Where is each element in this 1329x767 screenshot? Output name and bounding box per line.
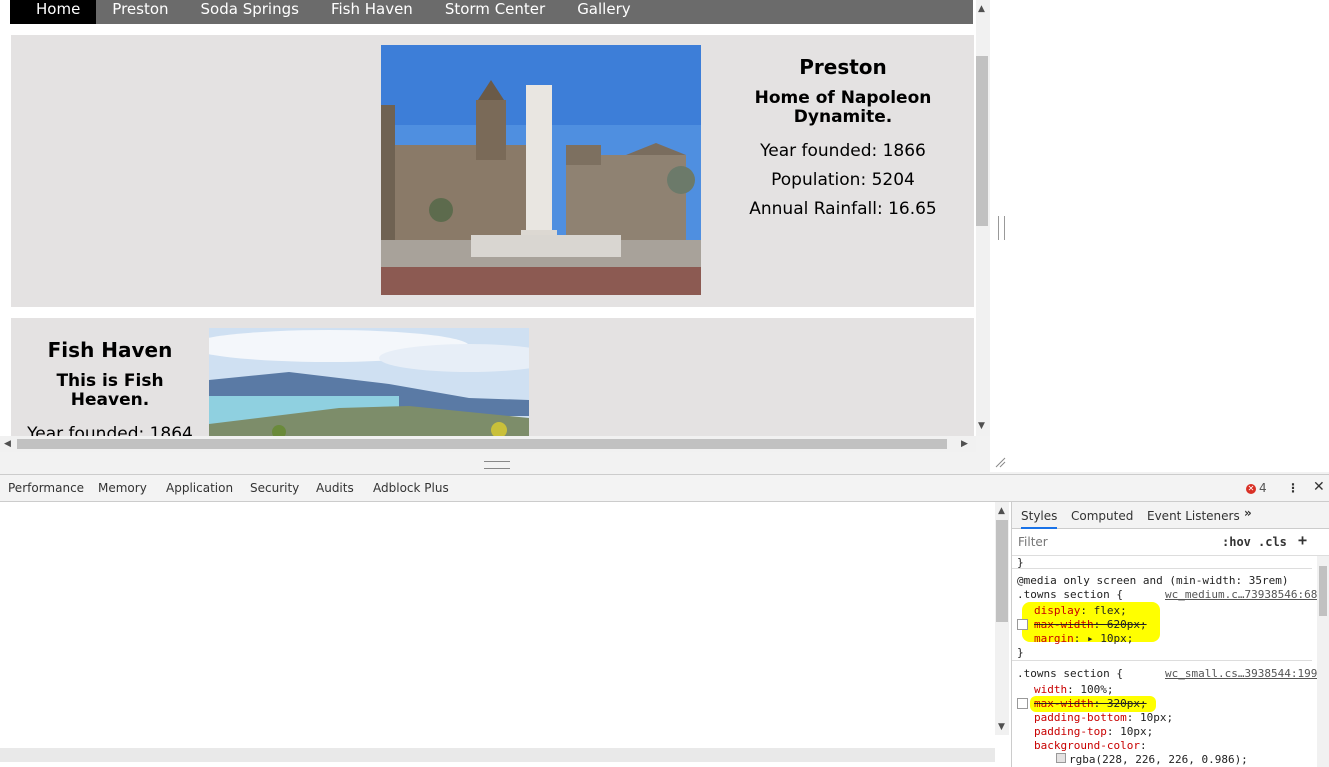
page-viewport: Home Preston Soda Springs Fish Haven Sto…: [0, 0, 976, 436]
error-count-badge[interactable]: ✕ 4: [1246, 481, 1267, 495]
tab-security[interactable]: Security: [250, 481, 299, 495]
tab-event-listeners[interactable]: Event Listeners: [1147, 509, 1240, 523]
tab-audits[interactable]: Audits: [316, 481, 354, 495]
town-motto: This is Fish Heaven.: [56, 371, 164, 410]
devtools-panel: Performance Memory Application Security …: [0, 474, 1329, 767]
nav-gallery[interactable]: Gallery: [561, 0, 646, 24]
styles-pane: Styles Computed Event Listeners » :hov .…: [1011, 502, 1329, 767]
annual-rainfall: Annual Rainfall: 16.65: [749, 199, 937, 219]
device-frame-blank: [990, 0, 1329, 472]
kebab-menu-icon[interactable]: ⋮: [1287, 481, 1299, 495]
hover-state-button[interactable]: :hov: [1222, 535, 1251, 549]
close-icon[interactable]: ✕: [1313, 479, 1325, 495]
rule-selector: .towns section {: [1017, 667, 1123, 680]
year-founded: Year founded: 1864: [27, 424, 193, 436]
more-tabs-icon[interactable]: »: [1244, 506, 1252, 520]
devtools-tab-bar: Performance Memory Application Security …: [0, 475, 1329, 502]
nav-storm-center[interactable]: Storm Center: [429, 0, 561, 24]
town-motto: Home of Napoleon Dynamite.: [754, 88, 932, 127]
nav-soda-springs[interactable]: Soda Springs: [185, 0, 315, 24]
class-toggle-button[interactable]: .cls: [1258, 535, 1287, 549]
tab-memory[interactable]: Memory: [98, 481, 147, 495]
rule-brace: }: [1017, 646, 1024, 659]
main-panel-horizontal-scrollbar[interactable]: [0, 748, 995, 762]
town-section-fish-haven: Fish Haven This is Fish Heaven. Year fou…: [11, 318, 974, 436]
styles-filter-row: :hov .cls +: [1012, 529, 1329, 556]
tab-application[interactable]: Application: [166, 481, 233, 495]
styles-tab-bar: Styles Computed Event Listeners »: [1012, 502, 1329, 529]
main-nav: Home Preston Soda Springs Fish Haven Sto…: [10, 0, 973, 24]
add-style-rule-button[interactable]: +: [1298, 531, 1307, 549]
town-name: Fish Haven: [47, 338, 173, 362]
error-count: 4: [1259, 481, 1267, 495]
rule-prop-max-width: max-width: 620px;: [1034, 618, 1147, 631]
rule-divider: [1012, 568, 1312, 569]
media-query: @media only screen and (min-width: 35rem…: [1017, 574, 1289, 587]
town-section-preston: Preston Home of Napoleon Dynamite. Year …: [11, 35, 974, 307]
page-vertical-scrollbar[interactable]: ▲ ▼: [976, 0, 990, 436]
rule-prop-width: width: 100%;: [1034, 683, 1114, 696]
rule-prop-background-color: background-color:: [1034, 739, 1147, 752]
property-checkbox[interactable]: [1017, 698, 1028, 709]
rule-prop-max-width: max-width: 320px;: [1034, 697, 1147, 710]
rule-source-link[interactable]: wc_small.cs…3938544:199: [1165, 667, 1317, 680]
property-checkbox[interactable]: [1017, 619, 1028, 630]
styles-pane-scrollbar[interactable]: [1317, 556, 1329, 767]
viewport-height-resize-handle[interactable]: [484, 461, 510, 469]
page-horizontal-scrollbar[interactable]: ◀ ▶: [0, 436, 976, 452]
scroll-up-arrow-icon[interactable]: ▲: [978, 4, 985, 14]
rule-value-rgba: rgba(228, 226, 226, 0.986);: [1056, 753, 1248, 766]
town-name: Preston: [799, 55, 887, 79]
rule-prop-display: display: flex;: [1034, 604, 1127, 617]
rule-prop-padding-top: padding-top: 10px;: [1034, 725, 1154, 738]
resize-corner-icon[interactable]: [994, 456, 1006, 468]
population: Population: 5204: [771, 170, 915, 190]
page-vertical-scroll-thumb[interactable]: [976, 56, 988, 226]
color-swatch-icon[interactable]: [1056, 753, 1066, 763]
rule-source-link[interactable]: wc_medium.c…73938546:68: [1165, 588, 1317, 601]
styles-pane-scroll-thumb[interactable]: [1319, 566, 1327, 616]
nav-home[interactable]: Home: [10, 0, 97, 24]
scroll-down-arrow-icon[interactable]: ▼: [998, 722, 1005, 732]
tab-performance[interactable]: Performance: [8, 481, 84, 495]
main-panel-vertical-scrollbar[interactable]: ▲ ▼: [995, 502, 1009, 735]
rule-prop-margin: margin: ▸ 10px;: [1034, 632, 1134, 645]
error-icon: ✕: [1246, 483, 1256, 494]
devtools-main-panel: [0, 502, 995, 767]
tab-styles[interactable]: Styles: [1021, 509, 1058, 529]
fish-haven-info: Fish Haven This is Fish Heaven. Year fou…: [25, 338, 195, 436]
styles-filter-input[interactable]: [1016, 533, 1216, 551]
rule-divider: [1012, 660, 1312, 661]
rule-prop-padding-bottom: padding-bottom: 10px;: [1034, 711, 1174, 724]
viewport-resize-handle[interactable]: [998, 216, 1005, 240]
tab-adblock-plus[interactable]: Adblock Plus: [373, 481, 449, 495]
rule-selector: .towns section {: [1017, 588, 1123, 601]
year-founded: Year founded: 1866: [760, 141, 926, 161]
nav-fish-haven[interactable]: Fish Haven: [315, 0, 429, 24]
scroll-left-arrow-icon[interactable]: ◀: [4, 439, 11, 449]
preston-photo: [381, 45, 701, 295]
fish-haven-photo: [209, 328, 529, 436]
tab-computed[interactable]: Computed: [1071, 509, 1133, 523]
preston-info: Preston Home of Napoleon Dynamite. Year …: [743, 55, 943, 224]
scroll-down-arrow-icon[interactable]: ▼: [978, 421, 985, 431]
scroll-right-arrow-icon[interactable]: ▶: [961, 439, 968, 449]
scroll-up-arrow-icon[interactable]: ▲: [998, 506, 1005, 516]
main-panel-scroll-thumb[interactable]: [996, 520, 1008, 622]
nav-preston[interactable]: Preston: [96, 0, 184, 24]
page-horizontal-scroll-thumb[interactable]: [17, 439, 947, 449]
